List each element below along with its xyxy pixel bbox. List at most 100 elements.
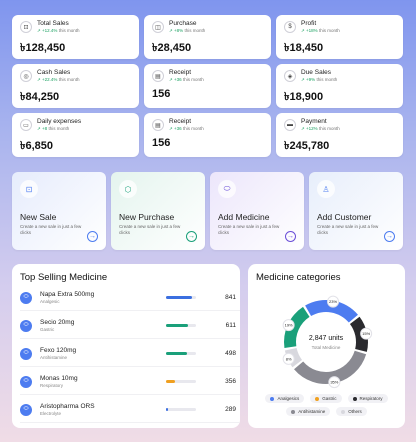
stat-card: $ Profit ↗ +18% this month ৳18,450 [276, 15, 403, 59]
segment-label: 23% [329, 299, 337, 304]
legend-dot [270, 396, 275, 401]
arrow-right-icon[interactable]: → [186, 231, 197, 242]
medicine-count: 841 [225, 294, 236, 301]
action-card-new-sale[interactable]: ⊡ New Sale Create a new sale in just a few… [12, 172, 106, 250]
action-title: New Purchase [119, 212, 175, 222]
trend-up-icon: ↗ [37, 77, 41, 82]
tag-icon: ◈ [284, 70, 296, 82]
donut-total-label: Total Medicine [312, 345, 341, 350]
cart-icon: ⊡ [20, 180, 38, 198]
stat-trend: ↗ +9% this month [301, 77, 338, 82]
pill-icon: ⬭ [20, 403, 32, 416]
legend-label: Analgesics [277, 396, 300, 401]
pill-icon: ⬭ [20, 347, 32, 360]
sales-bar [166, 380, 196, 383]
action-card-add-medicine[interactable]: ⬭ Add Medicine Create a new sale in just a… [210, 172, 304, 250]
stat-title: Receipt [169, 118, 192, 125]
stat-trend: ↗ +8 this month [37, 126, 70, 131]
medicine-name: Monas 10mg [40, 374, 78, 382]
sales-bar-fill [166, 380, 175, 383]
legend-item[interactable]: Analgesics [265, 394, 305, 403]
action-title: Add Medicine [218, 212, 270, 222]
top-selling-panel: Top Selling Medicine ⬭ Napa Extra 500mg An… [12, 264, 240, 428]
categories-legend: Analgesics Gastric Respiratory Antihistamin… [258, 394, 395, 416]
medicine-category: Electrolyte [40, 410, 62, 416]
arrow-right-icon[interactable]: → [384, 231, 395, 242]
action-card-add-customer[interactable]: ♙ Add Customer Create a new sale in just a… [309, 172, 403, 250]
arrow-right-icon[interactable]: → [285, 231, 296, 242]
trend-up-icon: ↗ [169, 126, 173, 131]
stat-card: ◎ Cash Sales ↗ +22.4% this month ৳84,250 [12, 64, 139, 108]
action-desc: Create a new sale in just a few clicks [218, 224, 280, 235]
card-icon: ▬ [284, 119, 296, 131]
medicine-category: Antihistamine [40, 354, 68, 360]
stat-card: ▬ Payment ↗ +12% this month ৳245,780 [276, 113, 403, 157]
wallet-icon: ▭ [20, 119, 32, 131]
segment-label: 35% [330, 380, 338, 385]
legend-item[interactable]: Antihistamine [286, 407, 331, 416]
action-card-new-purchase[interactable]: ⬡ New Purchase Create a new sale in just a… [111, 172, 205, 250]
trend-up-icon: ↗ [301, 77, 305, 82]
stat-trend: ↗ +12.4% this month [37, 28, 80, 33]
trend-up-icon: ↗ [301, 28, 305, 33]
medicine-category: Analgesic [40, 298, 60, 304]
medicine-name: Aristopharma ORS [40, 402, 95, 410]
stat-value: 156 [152, 137, 171, 149]
stat-value: ৳245,780 [284, 140, 330, 152]
sales-bar-fill [166, 352, 187, 355]
bag-icon: ◫ [152, 21, 164, 33]
stat-value: ৳6,850 [20, 140, 54, 152]
stat-trend: ↗ +8% this month [169, 28, 206, 33]
sales-bar [166, 296, 196, 299]
segment-label: 8% [286, 356, 292, 361]
stat-card: ◈ Due Sales ↗ +9% this month ৳18,900 [276, 64, 403, 108]
stat-value: ৳84,250 [20, 91, 60, 103]
donut-chart: 23% 15% 35% 8% 19% 2,847 units Total Medicin… [282, 295, 373, 389]
arrow-right-icon[interactable]: → [87, 231, 98, 242]
pill-icon: ⬭ [20, 291, 32, 304]
medicine-count: 356 [225, 378, 236, 385]
cart-icon: ⊡ [20, 21, 32, 33]
segment-label: 19% [285, 323, 293, 328]
stat-title: Purchase [169, 20, 197, 27]
medicine-category: Respiratory [40, 382, 64, 388]
stat-value: 156 [152, 88, 171, 100]
stat-card: ⊡ Total Sales ↗ +12.4% this month ৳128,450 [12, 15, 139, 59]
receipt-icon: ▤ [152, 119, 164, 131]
stat-card: ▤ Receipt ↗ +36 this month 156 [144, 113, 271, 157]
action-desc: Create a new sale in just a few clicks [20, 224, 82, 235]
list-item[interactable]: ⬭ Monas 10mg Respiratory 356 [20, 369, 240, 395]
legend-item[interactable]: Gastric [310, 394, 342, 403]
pill-icon: ⬭ [20, 319, 32, 332]
categories-title: Medicine categories [256, 272, 341, 283]
legend-dot [352, 396, 357, 401]
stat-title: Total Sales [37, 20, 69, 27]
categories-panel: Medicine categories 23% 15% 35% 8% 19% 2,847… [248, 264, 405, 428]
list-item[interactable]: ⬭ Fexo 120mg Antihistamine 498 [20, 341, 240, 367]
legend-item[interactable]: Others [336, 407, 367, 416]
list-item[interactable]: ⬭ Secio 20mg Gastric 611 [20, 313, 240, 339]
medicine-name: Napa Extra 500mg [40, 290, 95, 298]
stat-title: Daily expenses [37, 118, 82, 125]
cash-icon: ◎ [20, 70, 32, 82]
receipt-icon: ▤ [152, 70, 164, 82]
stat-title: Cash Sales [37, 69, 71, 76]
legend-item[interactable]: Respiratory [347, 394, 388, 403]
stat-value: ৳18,450 [284, 42, 324, 54]
stat-trend: ↗ +36 this month [169, 77, 204, 82]
stat-title: Payment [301, 118, 327, 125]
segment-label: 15% [362, 331, 370, 336]
trend-up-icon: ↗ [301, 126, 305, 131]
stat-title: Due Sales [301, 69, 331, 76]
donut-total: 2,847 units [309, 335, 344, 342]
medicine-name: Fexo 120mg [40, 346, 77, 354]
sales-bar-fill [166, 296, 192, 299]
action-title: New Sale [20, 212, 57, 222]
list-item[interactable]: ⬭ Aristopharma ORS Electrolyte 289 [20, 397, 240, 423]
stat-value: ৳28,450 [152, 42, 192, 54]
medicine-name: Secio 20mg [40, 318, 75, 326]
list-item[interactable]: ⬭ Napa Extra 500mg Analgesic 841 [20, 285, 240, 311]
action-desc: Create a new sale in just a few clicks [317, 224, 379, 235]
stat-title: Profit [301, 20, 317, 27]
trend-up-icon: ↗ [37, 28, 41, 33]
